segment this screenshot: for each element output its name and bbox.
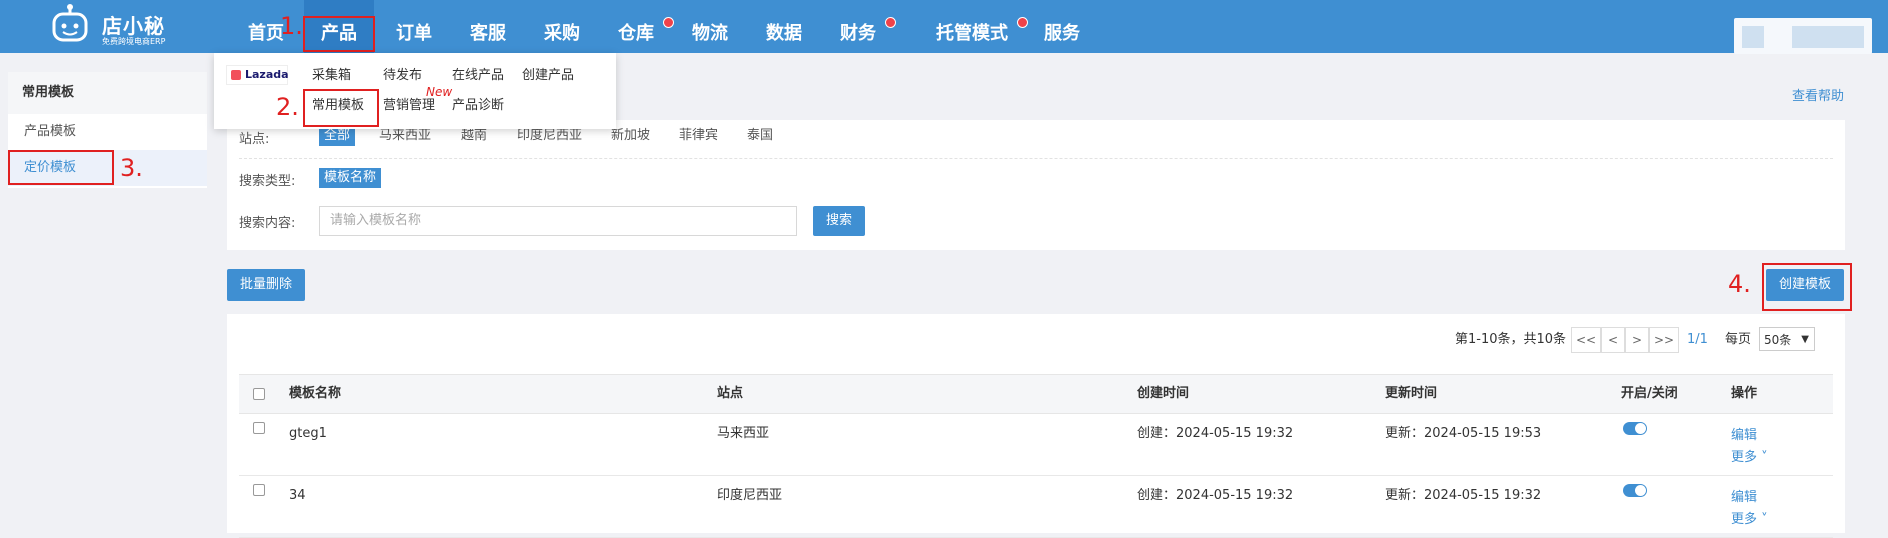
- table-header: 模板名称 站点 创建时间 更新时间 开启/关闭 操作: [239, 374, 1833, 414]
- chevron-down-icon: ▼: [1801, 334, 1809, 345]
- row-template-name: 34: [289, 488, 306, 503]
- help-link[interactable]: 查看帮助: [1792, 85, 1844, 104]
- menu-item-marketing[interactable]: 营销管理: [383, 97, 435, 115]
- table-row: gteg1 马来西亚 创建：2024-05-15 19:32 更新：2024-0…: [239, 414, 1833, 476]
- annotation-step-2: 2.: [276, 93, 299, 121]
- pagination: 第1-10条，共10条 << < > >> 1/1 每页 50条 ▼: [1227, 327, 1827, 353]
- filter-panel: 站点: 全部 马来西亚 越南 印度尼西亚 新加坡 菲律宾 泰国 搜索类型: 模板…: [227, 120, 1845, 250]
- highlight-box-products: [303, 16, 375, 52]
- row-enable-toggle[interactable]: [1623, 484, 1647, 497]
- row-checkbox[interactable]: [253, 484, 265, 496]
- header-created: 创建时间: [1137, 386, 1190, 401]
- next-page-button[interactable]: >: [1625, 327, 1649, 353]
- header-site: 站点: [717, 386, 744, 401]
- per-page-value: 50条: [1764, 333, 1792, 347]
- sidebar-title: 常用模板: [8, 72, 207, 114]
- nav-finance[interactable]: 财务: [834, 0, 896, 53]
- nav-services[interactable]: 服务: [1038, 0, 1086, 53]
- highlight-box-common-templates: [303, 89, 379, 127]
- template-table-card: 第1-10条，共10条 << < > >> 1/1 每页 50条 ▼ 模板名称 …: [227, 314, 1845, 538]
- header-updated: 更新时间: [1385, 386, 1438, 401]
- search-input[interactable]: 请输入模板名称: [319, 206, 797, 236]
- highlight-box-create-template: [1762, 263, 1852, 311]
- table-row: 34 印度尼西亚 创建：2024-05-15 19:32 更新：2024-05-…: [239, 476, 1833, 538]
- site-option-all[interactable]: 全部: [319, 126, 356, 146]
- row-edit-link[interactable]: 编辑: [1731, 424, 1757, 443]
- brand-name: 店小秘: [102, 14, 165, 38]
- nav-customer-service[interactable]: 客服: [464, 0, 512, 53]
- menu-item-collection-box[interactable]: 采集箱: [312, 67, 351, 85]
- annotation-step-3: 3.: [120, 154, 143, 182]
- annotation-step-4: 4.: [1728, 270, 1751, 298]
- menu-item-create-product[interactable]: 创建产品: [522, 67, 574, 85]
- site-option-indonesia[interactable]: 印度尼西亚: [517, 126, 582, 146]
- user-account-box[interactable]: [1734, 18, 1872, 54]
- search-type-template-name[interactable]: 模板名称: [319, 168, 382, 188]
- select-all-checkbox[interactable]: [253, 388, 265, 400]
- site-label: 站点:: [239, 132, 270, 147]
- menu-item-product-diagnosis[interactable]: 产品诊断: [452, 97, 504, 115]
- row-checkbox[interactable]: [253, 422, 265, 434]
- row-more-menu[interactable]: 更多 ˅: [1731, 508, 1768, 527]
- brand-subtitle: 免费跨境电商ERP: [102, 37, 166, 46]
- lazada-logo-icon: [231, 70, 241, 80]
- row-updated: 更新：2024-05-15 19:53: [1385, 426, 1542, 441]
- row-template-name: gteg1: [289, 426, 327, 441]
- menu-item-online-products[interactable]: 在线产品: [452, 67, 504, 85]
- nav-orders[interactable]: 订单: [390, 0, 438, 53]
- first-page-button[interactable]: <<: [1571, 327, 1601, 353]
- site-option-vietnam[interactable]: 越南: [461, 126, 487, 146]
- per-page-select[interactable]: 50条 ▼: [1759, 327, 1815, 351]
- menu-item-pending-publish[interactable]: 待发布: [383, 67, 422, 85]
- row-site: 印度尼西亚: [717, 488, 783, 503]
- nav-logistics[interactable]: 物流: [686, 0, 734, 53]
- divider: [239, 158, 1833, 159]
- chevron-down-icon: ˅: [1757, 512, 1768, 527]
- logo[interactable]: 店小秘 免费跨境电商ERP: [48, 4, 188, 48]
- per-page-label: 每页: [1725, 332, 1752, 347]
- current-page: 1/1: [1687, 332, 1708, 347]
- row-more-menu[interactable]: 更多 ˅: [1731, 446, 1768, 465]
- products-dropdown-menu: Lazada 采集箱 待发布 在线产品 创建产品 常用模板 营销管理 New 产…: [214, 53, 616, 129]
- header-template-name: 模板名称: [289, 386, 342, 401]
- new-badge: New: [426, 85, 453, 99]
- row-enable-toggle[interactable]: [1623, 422, 1647, 435]
- search-button[interactable]: 搜索: [813, 206, 865, 236]
- notification-dot: [1017, 17, 1028, 28]
- notification-dot: [885, 17, 896, 28]
- header-actions: 操作: [1731, 386, 1758, 401]
- annotation-step-1: 1.: [280, 12, 303, 40]
- row-site: 马来西亚: [717, 426, 770, 441]
- site-option-philippines[interactable]: 菲律宾: [679, 126, 718, 146]
- nav-hosted-mode[interactable]: 托管模式: [922, 0, 1028, 53]
- account-name-redacted: [1792, 26, 1864, 48]
- notification-dot: [663, 17, 674, 28]
- lazada-platform-badge[interactable]: Lazada: [226, 65, 289, 85]
- row-updated: 更新：2024-05-15 19:32: [1385, 488, 1542, 503]
- avatar: [1742, 26, 1764, 48]
- chevron-down-icon: ˅: [1757, 450, 1768, 465]
- batch-delete-button[interactable]: 批量删除: [227, 269, 305, 301]
- search-type-label: 搜索类型:: [239, 174, 296, 189]
- search-content-label: 搜索内容:: [239, 216, 296, 231]
- row-created: 创建：2024-05-15 19:32: [1137, 488, 1294, 503]
- site-option-singapore[interactable]: 新加坡: [611, 126, 650, 146]
- last-page-button[interactable]: >>: [1649, 327, 1679, 353]
- nav-purchase[interactable]: 采购: [538, 0, 586, 53]
- row-created: 创建：2024-05-15 19:32: [1137, 426, 1294, 441]
- prev-page-button[interactable]: <: [1601, 327, 1625, 353]
- nav-warehouse[interactable]: 仓库: [612, 0, 674, 53]
- robot-logo-icon: [52, 4, 88, 42]
- nav-data[interactable]: 数据: [760, 0, 808, 53]
- header-toggle: 开启/关闭: [1621, 386, 1678, 401]
- site-option-malaysia[interactable]: 马来西亚: [379, 126, 431, 146]
- highlight-box-pricing-template: [8, 150, 114, 185]
- pagination-summary: 第1-10条，共10条: [1455, 332, 1567, 347]
- site-option-thailand[interactable]: 泰国: [747, 126, 773, 146]
- sidebar-item-product-template[interactable]: 产品模板: [8, 114, 207, 150]
- row-edit-link[interactable]: 编辑: [1731, 486, 1757, 505]
